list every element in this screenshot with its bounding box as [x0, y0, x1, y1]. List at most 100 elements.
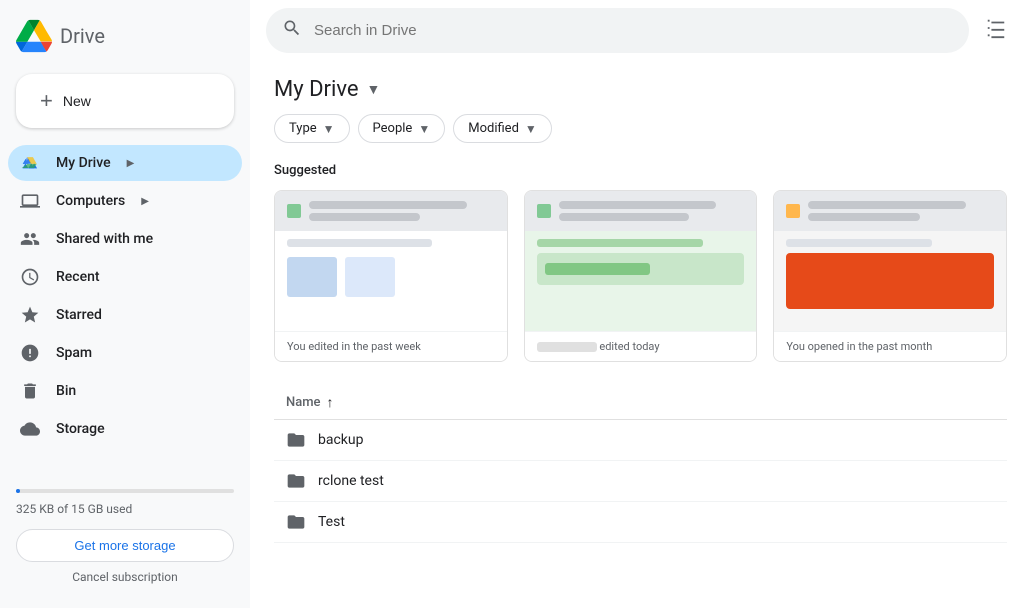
filter-people-button[interactable]: People ▼ — [358, 114, 446, 143]
filter-type-button[interactable]: Type ▼ — [274, 114, 350, 143]
new-button[interactable]: + New — [16, 74, 234, 128]
file-row-test[interactable]: Test — [274, 502, 1007, 543]
card-mini-block — [287, 257, 337, 297]
header — [250, 0, 1031, 61]
app-logo: Drive — [0, 8, 250, 74]
new-button-label: New — [63, 93, 91, 109]
app-name-label: Drive — [60, 24, 105, 48]
card-body-line — [287, 239, 432, 247]
card-footer-2-text: edited today — [599, 340, 659, 353]
my-drive-icon — [20, 153, 40, 173]
sidebar-item-computers[interactable]: Computers ▶ — [8, 183, 242, 219]
suggested-card-3[interactable]: You opened in the past month — [773, 190, 1007, 362]
folder-icon — [286, 512, 306, 532]
file-row-rclone[interactable]: rclone test — [274, 461, 1007, 502]
folder-icon — [286, 471, 306, 491]
card-line — [309, 213, 420, 221]
search-input[interactable] — [314, 22, 953, 39]
drive-title-chevron-icon[interactable]: ▼ — [363, 77, 385, 102]
card-body-1 — [275, 231, 507, 331]
card-line — [559, 201, 717, 209]
card-lines-2 — [559, 197, 745, 225]
card-mini-block — [345, 257, 395, 297]
card-dot-icon — [537, 204, 551, 218]
card-top-1 — [275, 191, 507, 231]
card-line — [808, 201, 966, 209]
filter-type-label: Type — [289, 121, 317, 136]
card-top-2 — [525, 191, 757, 231]
card-body-2 — [525, 231, 757, 331]
card-body-line — [786, 239, 931, 247]
sidebar-item-label: Shared with me — [56, 231, 153, 247]
get-storage-button[interactable]: Get more storage — [16, 529, 234, 562]
filter-modified-chevron-icon: ▼ — [525, 122, 537, 136]
new-plus-icon: + — [40, 90, 53, 112]
card-footer-1: You edited in the past week — [275, 331, 507, 361]
filter-people-label: People — [373, 121, 413, 136]
computer-icon — [20, 191, 40, 211]
sidebar-item-bin[interactable]: Bin — [8, 373, 242, 409]
star-icon — [20, 305, 40, 325]
sidebar-item-label: Spam — [56, 345, 92, 361]
sidebar: Drive + New My Drive ▶ — [0, 0, 250, 608]
sidebar-item-label: My Drive — [56, 155, 111, 171]
sidebar-item-shared[interactable]: Shared with me — [8, 221, 242, 257]
sidebar-item-label: Recent — [56, 269, 100, 285]
content-area: My Drive ▼ Type ▼ People ▼ Modified ▼ Su… — [250, 61, 1031, 608]
clock-icon — [20, 267, 40, 287]
card-orange-block — [786, 253, 994, 309]
chevron-right-icon: ▶ — [141, 196, 149, 207]
file-name: Test — [318, 514, 345, 530]
search-filter-button[interactable] — [977, 9, 1015, 53]
file-name: backup — [318, 432, 363, 448]
suggested-section-title: Suggested — [274, 163, 1007, 178]
card-line — [559, 213, 689, 221]
card-preview-2 — [525, 191, 757, 331]
main-content: My Drive ▼ Type ▼ People ▼ Modified ▼ Su… — [250, 0, 1031, 608]
card-lines-1 — [309, 197, 495, 225]
card-footer-blur — [537, 342, 597, 352]
card-body-3 — [774, 231, 1006, 331]
storage-used-text: 325 KB of 15 GB used — [16, 502, 132, 516]
file-row-backup[interactable]: backup — [274, 420, 1007, 461]
file-name: rclone test — [318, 473, 384, 489]
sidebar-item-storage[interactable]: Storage — [8, 411, 242, 447]
sidebar-item-label: Bin — [56, 383, 76, 399]
sidebar-item-label: Starred — [56, 307, 102, 323]
card-line — [309, 201, 467, 209]
cancel-subscription-link[interactable]: Cancel subscription — [16, 570, 234, 584]
filter-row: Type ▼ People ▼ Modified ▼ — [274, 114, 1007, 143]
suggested-card-2[interactable]: edited today — [524, 190, 758, 362]
card-mini-blocks — [287, 257, 495, 297]
sidebar-item-spam[interactable]: Spam — [8, 335, 242, 371]
storage-bar-fill — [16, 489, 20, 493]
suggested-card-1[interactable]: You edited in the past week — [274, 190, 508, 362]
card-footer-2: edited today — [525, 331, 757, 361]
card-line — [808, 213, 919, 221]
sidebar-item-label: Computers — [56, 193, 125, 209]
filter-people-chevron-icon: ▼ — [418, 122, 430, 136]
sidebar-item-my-drive[interactable]: My Drive ▶ — [8, 145, 242, 181]
storage-bar — [16, 489, 234, 493]
sidebar-item-starred[interactable]: Starred — [8, 297, 242, 333]
file-list-header[interactable]: Name ↑ — [274, 386, 1007, 420]
bin-icon — [20, 381, 40, 401]
filter-type-chevron-icon: ▼ — [323, 122, 335, 136]
card-top-3 — [774, 191, 1006, 231]
drive-logo-icon — [16, 18, 52, 54]
card-highlight — [537, 253, 745, 285]
sidebar-item-recent[interactable]: Recent — [8, 259, 242, 295]
card-footer-3: You opened in the past month — [774, 331, 1006, 361]
filter-modified-label: Modified — [468, 121, 519, 136]
drive-title-row: My Drive ▼ — [274, 61, 1007, 114]
sort-arrow-icon: ↑ — [327, 394, 334, 411]
sidebar-item-label: Storage — [56, 421, 105, 437]
card-dot-icon — [786, 204, 800, 218]
cloud-icon — [20, 419, 40, 439]
card-lines-3 — [808, 197, 994, 225]
suggested-grid: You edited in the past week — [274, 190, 1007, 362]
search-icon — [282, 18, 302, 43]
chevron-right-icon: ▶ — [127, 158, 135, 169]
card-body-line — [537, 239, 703, 247]
filter-modified-button[interactable]: Modified ▼ — [453, 114, 552, 143]
